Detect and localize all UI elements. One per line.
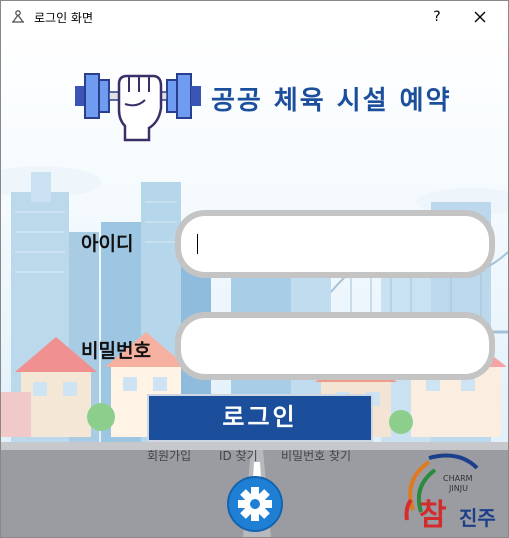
login-panel: 공공 체육 시설 예약 아이디 비밀번호 로그인 회원가입 ID 찾기 비밀번호… bbox=[1, 32, 508, 537]
text-caret bbox=[197, 234, 198, 254]
password-input[interactable] bbox=[181, 318, 489, 374]
charm-jinju-logo: CHARM JINJU 참 진주 bbox=[399, 450, 503, 534]
app-icon bbox=[12, 10, 24, 23]
help-button[interactable]: ? bbox=[425, 5, 449, 29]
window-title: 로그인 화면 bbox=[34, 11, 94, 25]
id-field-frame bbox=[175, 210, 495, 278]
gear-icon[interactable] bbox=[227, 476, 283, 532]
login-button[interactable]: 로그인 bbox=[147, 394, 373, 442]
login-window: 로그인 화면 ? 공공 체육 시설 예약 아이디 비밀번호 로그인 회원가입 I… bbox=[0, 0, 509, 538]
password-field-frame bbox=[175, 312, 495, 380]
dumbbell-icon bbox=[75, 73, 201, 142]
signup-link[interactable]: 회원가입 bbox=[147, 447, 191, 464]
city-logo-small-text: CHARM bbox=[443, 474, 473, 483]
find-password-link[interactable]: 비밀번호 찾기 bbox=[281, 447, 351, 464]
close-icon[interactable] bbox=[465, 5, 495, 29]
id-label: 아이디 bbox=[81, 233, 134, 255]
find-id-link[interactable]: ID 찾기 bbox=[219, 447, 258, 464]
password-label: 비밀번호 bbox=[81, 340, 151, 362]
app-header: 공공 체육 시설 예약 bbox=[71, 62, 491, 142]
app-title: 공공 체육 시설 예약 bbox=[211, 86, 452, 116]
id-input[interactable] bbox=[181, 216, 489, 272]
city-logo-main: 참 bbox=[419, 498, 447, 533]
city-logo-sub: 진주 bbox=[459, 506, 496, 530]
city-logo-small-text-2: JINJU bbox=[449, 484, 468, 493]
title-bar: 로그인 화면 ? bbox=[1, 1, 508, 32]
